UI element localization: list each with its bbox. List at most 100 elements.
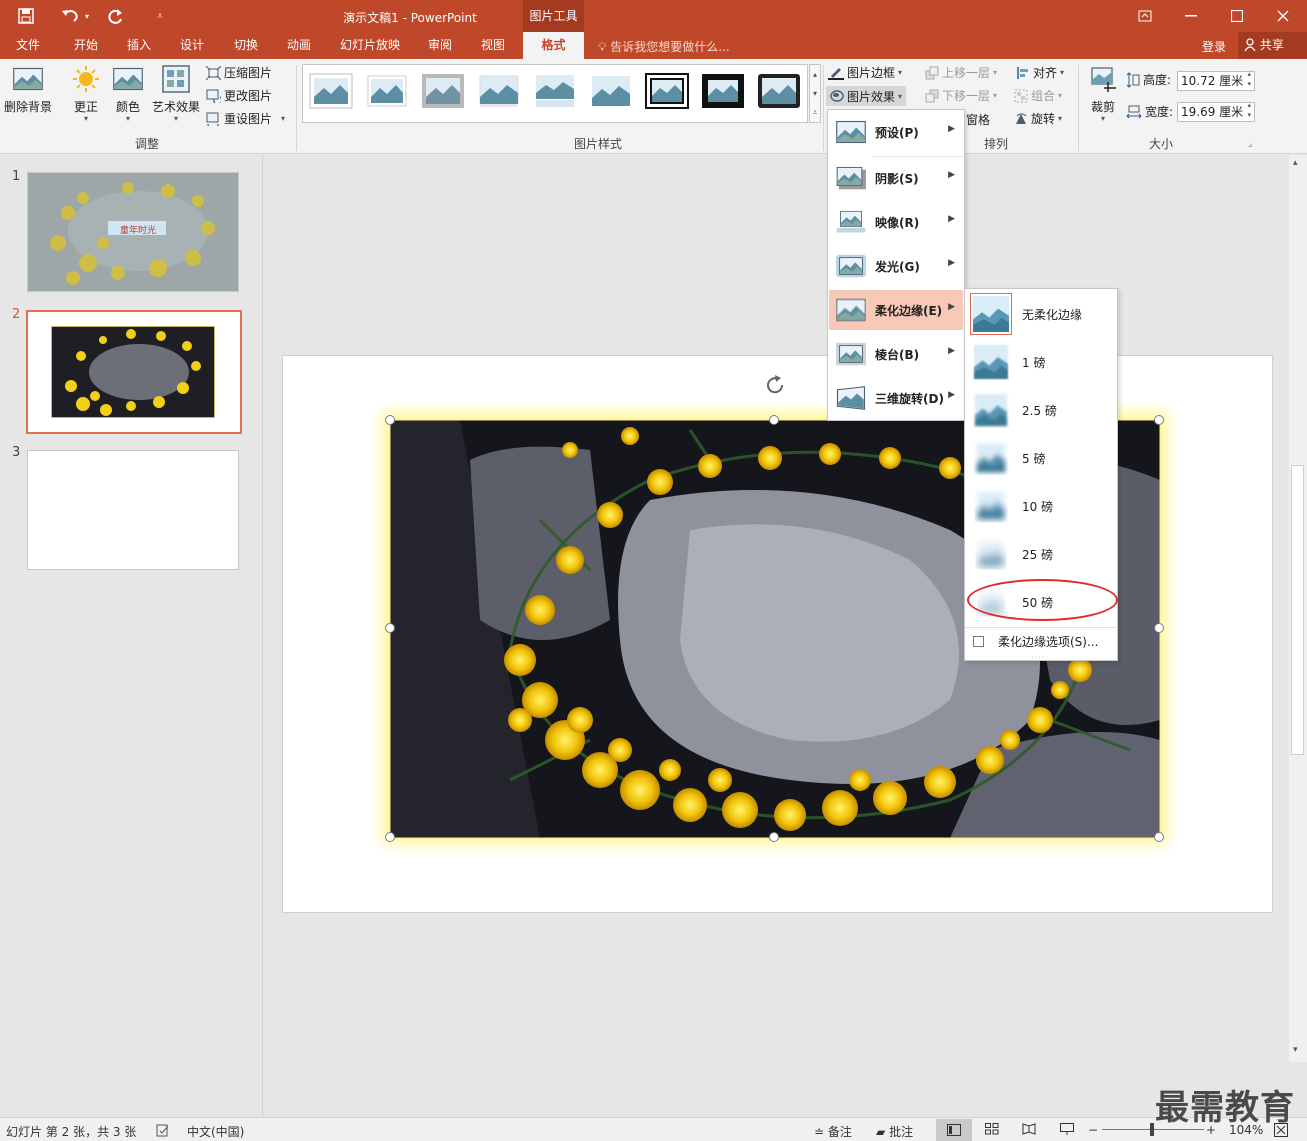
minimize-icon[interactable] — [1168, 0, 1214, 32]
slideshow-icon[interactable] — [1060, 1123, 1074, 1135]
gallery-down-icon[interactable]: ▾ — [810, 84, 820, 103]
gallery-scrollbar[interactable]: ▴ ▾ ⩡ — [809, 64, 821, 123]
resize-handle[interactable] — [769, 832, 779, 842]
notes-label: 备注 — [827, 1125, 852, 1139]
tab-insert[interactable]: 插入 — [117, 32, 161, 59]
tab-animations[interactable]: 动画 — [277, 32, 321, 59]
picture-effects-button[interactable]: 图片效果 ▾ — [826, 86, 907, 106]
tab-home[interactable]: 开始 — [64, 32, 108, 59]
style-thumb-double-frame-black[interactable] — [645, 73, 689, 109]
normal-view-button[interactable] — [936, 1119, 972, 1141]
style-thumb-thick-black[interactable] — [701, 73, 745, 109]
compress-pictures-button[interactable]: 压缩图片 — [206, 64, 272, 81]
comments-button[interactable]: ▰ 批注 — [876, 1123, 913, 1140]
sign-in-link[interactable]: 登录 — [1202, 38, 1226, 55]
send-backward-button[interactable]: 下移一层 ▾ — [925, 87, 997, 104]
slide-thumb-2[interactable] — [26, 310, 242, 434]
effects-icon — [830, 90, 844, 102]
rotate-button[interactable]: 旋转 ▾ — [1014, 110, 1062, 127]
group-button[interactable]: 组合 ▾ — [1014, 87, 1062, 104]
gallery-more-icon[interactable]: ⩡ — [810, 103, 820, 122]
soft-edge-label: 10 磅 — [1022, 499, 1054, 514]
soft-edge-options[interactable]: 柔化边缘选项(S)... — [965, 627, 1117, 655]
scroll-up-icon[interactable]: ▴ — [1293, 158, 1298, 168]
soft-edge-options-label: 柔化边缘选项(S)... — [998, 635, 1099, 649]
style-thumb-simple-frame[interactable] — [309, 73, 353, 109]
crop-button[interactable]: 裁剪 ▾ — [1086, 64, 1120, 123]
style-thumb-soft-edge[interactable] — [589, 73, 633, 109]
width-spinner-icon[interactable]: ▴ ▾ — [1247, 100, 1251, 120]
reset-dropdown-icon[interactable]: ▾ — [281, 114, 285, 123]
resize-handle[interactable] — [1154, 415, 1164, 425]
menu-item-bevel[interactable]: 棱台(B) ▶ — [829, 334, 963, 374]
spellcheck-icon[interactable] — [156, 1123, 170, 1137]
artistic-effects-button[interactable]: 艺术效果 ▾ — [150, 64, 202, 123]
tell-me-box[interactable]: 💡︎ 告诉我您想要做什么... — [598, 38, 730, 55]
slide-sorter-icon[interactable] — [985, 1123, 999, 1135]
align-button[interactable]: 对齐 ▾ — [1016, 64, 1064, 81]
group-dropdown-icon: ▾ — [1058, 91, 1063, 100]
gallery-up-icon[interactable]: ▴ — [810, 65, 820, 84]
reading-view-icon[interactable] — [1022, 1123, 1036, 1135]
tab-review[interactable]: 审阅 — [418, 32, 462, 59]
style-thumb-metal[interactable] — [421, 73, 465, 109]
soft-edge-2-5pt[interactable]: 2.5 磅 — [965, 386, 1117, 434]
picture-border-button[interactable]: 图片边框 ▾ — [828, 64, 902, 81]
reset-picture-button[interactable]: 重设图片 ▾ — [206, 110, 285, 127]
tab-transitions[interactable]: 切换 — [224, 32, 268, 59]
menu-item-soft-edges[interactable]: 柔化边缘(E) ▶ — [829, 290, 963, 330]
language-indicator[interactable]: 中文(中国) — [187, 1123, 244, 1140]
slide-thumb-1[interactable]: 童年时光 — [27, 172, 239, 292]
soft-edge-1pt[interactable]: 1 磅 — [965, 338, 1117, 386]
maximize-icon[interactable] — [1214, 0, 1260, 32]
bring-forward-button[interactable]: 上移一层 ▾ — [925, 64, 997, 81]
resize-handle[interactable] — [1154, 832, 1164, 842]
menu-item-preset[interactable]: 预设(P) ▶ — [829, 112, 963, 152]
soft-edge-none[interactable]: 无柔化边缘 — [965, 290, 1117, 338]
menu-item-shadow[interactable]: 阴影(S) ▶ — [829, 158, 963, 198]
menu-item-reflection[interactable]: 映像(R) ▶ — [829, 202, 963, 242]
size-dialog-launcher-icon[interactable]: ⌟ — [1248, 139, 1252, 149]
rotate-label: 旋转 — [1031, 112, 1056, 126]
close-icon[interactable] — [1260, 0, 1306, 32]
tab-slideshow[interactable]: 幻灯片放映 — [334, 32, 406, 59]
soft-edge-label: 2.5 磅 — [1022, 403, 1057, 418]
notes-button[interactable]: ≐ 备注 — [814, 1123, 852, 1140]
menu-item-3d-rotation[interactable]: 三维旋转(D) ▶ — [829, 378, 963, 418]
scroll-thumb[interactable] — [1291, 465, 1304, 755]
tab-format[interactable]: 格式 — [523, 32, 584, 59]
corrections-button[interactable]: 更正 ▾ — [66, 64, 106, 123]
slide-thumb-3[interactable] — [27, 450, 239, 570]
vertical-scrollbar[interactable]: ▴ ▾ — [1289, 155, 1307, 1062]
style-thumb-reflected[interactable] — [533, 73, 577, 109]
tab-view[interactable]: 视图 — [471, 32, 515, 59]
scroll-down-icon[interactable]: ▾ — [1293, 1045, 1298, 1055]
resize-handle[interactable] — [769, 415, 779, 425]
soft-edge-5pt[interactable]: 5 磅 — [965, 434, 1117, 482]
soft-edge-10pt[interactable]: 10 磅 — [965, 482, 1117, 530]
height-input[interactable]: 10.72 厘米 ▴ ▾ — [1177, 69, 1255, 91]
color-button[interactable]: 颜色 ▾ — [110, 64, 146, 123]
change-picture-button[interactable]: 更改图片 — [206, 87, 272, 104]
resize-grip-icon[interactable]: ···· — [1031, 653, 1045, 662]
tab-design[interactable]: 设计 — [170, 32, 214, 59]
width-input[interactable]: 19.69 厘米 ▴ ▾ — [1177, 100, 1255, 122]
resize-handle[interactable] — [1154, 623, 1164, 633]
resize-handle[interactable] — [385, 623, 395, 633]
resize-handle[interactable] — [385, 832, 395, 842]
height-spinner-icon[interactable]: ▴ ▾ — [1247, 69, 1251, 89]
style-thumb-beveled[interactable] — [365, 73, 409, 109]
style-thumb-shadow-rect[interactable] — [477, 73, 521, 109]
share-button[interactable]: 共享 — [1238, 32, 1307, 59]
tab-file[interactable]: 文件 — [6, 32, 50, 59]
rotate-handle-icon[interactable] — [763, 373, 787, 397]
menu-item-glow[interactable]: 发光(G) ▶ — [829, 246, 963, 286]
remove-background-button[interactable]: 删除背景 — [2, 64, 54, 115]
style-thumb-black-rounded[interactable] — [757, 73, 801, 109]
zoom-slider-thumb[interactable] — [1150, 1123, 1154, 1136]
resize-handle[interactable] — [385, 415, 395, 425]
soft-edge-25pt[interactable]: 25 磅 — [965, 530, 1117, 578]
ribbon-display-icon[interactable] — [1122, 0, 1168, 32]
selection-pane-button[interactable]: 窗格 — [966, 111, 990, 128]
zoom-out-icon[interactable]: − — [1088, 1123, 1098, 1137]
